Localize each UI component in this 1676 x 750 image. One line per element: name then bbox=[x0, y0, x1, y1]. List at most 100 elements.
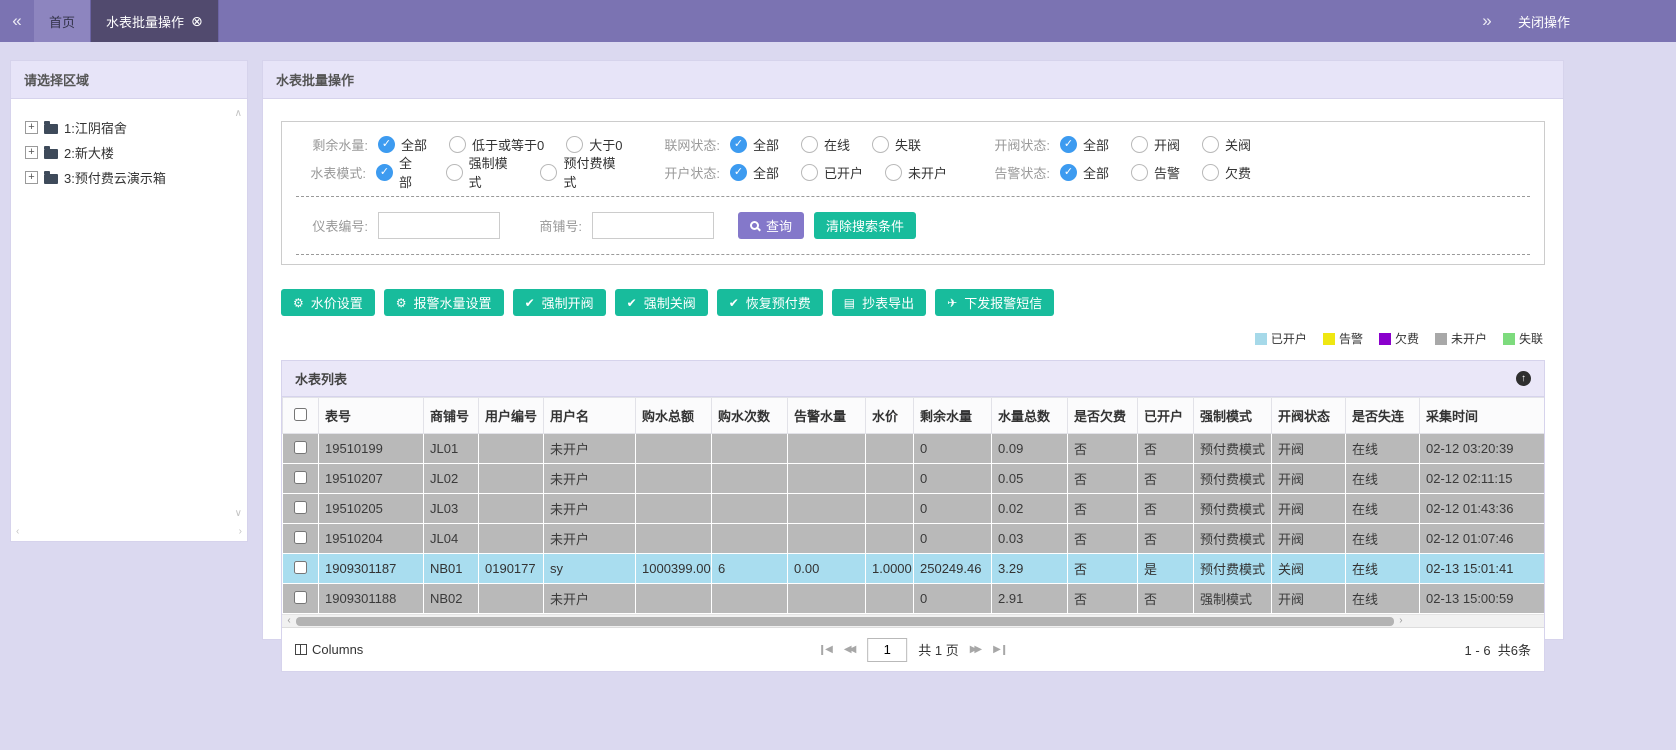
row-checkbox[interactable] bbox=[294, 501, 307, 514]
table-row[interactable]: 19510199JL01未开户00.09否否预付费模式开阀在线02-12 03:… bbox=[283, 434, 1545, 464]
column-header[interactable]: 水价 bbox=[866, 398, 914, 434]
expand-icon[interactable]: + bbox=[25, 146, 38, 159]
table-cell: JL04 bbox=[424, 524, 479, 554]
radio-option[interactable]: 失联 bbox=[872, 135, 921, 154]
shop-no-input[interactable] bbox=[592, 212, 714, 239]
radio-option[interactable]: 未开户 bbox=[885, 163, 947, 182]
scroll-up-icon[interactable]: ∧ bbox=[235, 109, 242, 119]
column-header[interactable]: 用户编号 bbox=[479, 398, 544, 434]
radio-option[interactable]: 关阀 bbox=[1202, 135, 1251, 154]
column-header[interactable]: 采集时间 bbox=[1420, 398, 1545, 434]
expand-icon[interactable]: + bbox=[25, 121, 38, 134]
table-row[interactable]: 19510207JL02未开户00.05否否预付费模式开阀在线02-12 02:… bbox=[283, 464, 1545, 494]
water-price-setting-button[interactable]: ⚙水价设置 bbox=[281, 289, 375, 316]
legend: 已开户告警欠费未开户失联 bbox=[283, 330, 1543, 347]
column-header[interactable]: 是否失连 bbox=[1346, 398, 1420, 434]
radio-option[interactable]: ✓全部 bbox=[730, 135, 779, 154]
radio-option[interactable]: 告警 bbox=[1131, 163, 1180, 182]
horizontal-scrollbar[interactable]: ‹ › bbox=[282, 614, 1544, 627]
tree-item[interactable]: +2:新大楼 bbox=[21, 140, 237, 165]
table-row[interactable]: 1909301187NB010190177sy1000399.0060.001.… bbox=[283, 554, 1545, 584]
row-checkbox[interactable] bbox=[294, 531, 307, 544]
radio-option[interactable]: ✓全部 bbox=[730, 163, 779, 182]
column-header[interactable]: 用户名 bbox=[544, 398, 636, 434]
tabs-scroll-left-icon[interactable]: « bbox=[0, 0, 34, 42]
column-header[interactable]: 购水总额 bbox=[636, 398, 712, 434]
radio-option[interactable]: ✓全部 bbox=[378, 135, 427, 154]
radio-option[interactable]: 大于0 bbox=[566, 135, 622, 154]
column-header[interactable]: 开阀状态 bbox=[1272, 398, 1346, 434]
table-cell: 0.05 bbox=[992, 464, 1068, 494]
clear-search-button[interactable]: 清除搜索条件 bbox=[814, 212, 916, 239]
meter-reading-export-button[interactable]: ▤抄表导出 bbox=[832, 289, 926, 316]
radio-option[interactable]: ✓全部 bbox=[376, 153, 424, 191]
alarm-water-setting-button[interactable]: ⚙报警水量设置 bbox=[384, 289, 504, 316]
table-cell bbox=[712, 584, 788, 614]
tab-active[interactable]: 水表批量操作⊗ bbox=[91, 0, 219, 42]
column-header[interactable]: 强制模式 bbox=[1194, 398, 1272, 434]
radio-option[interactable]: 在线 bbox=[801, 135, 850, 154]
radio-option[interactable]: ✓全部 bbox=[1060, 135, 1109, 154]
scroll-top-icon[interactable]: ↑ bbox=[1516, 371, 1531, 386]
select-all-checkbox[interactable] bbox=[294, 408, 307, 421]
query-button[interactable]: 查询 bbox=[738, 212, 804, 239]
first-page-icon[interactable]: ◀ bbox=[821, 645, 833, 655]
scroll-down-icon[interactable]: ∨ bbox=[235, 509, 242, 519]
restore-prepaid-button[interactable]: ✔恢复预付费 bbox=[717, 289, 823, 316]
last-page-icon[interactable]: ▶ bbox=[993, 645, 1005, 655]
column-header[interactable]: 表号 bbox=[319, 398, 424, 434]
prev-page-icon[interactable]: ◀◀ bbox=[844, 645, 856, 655]
tabs-scroll-right-icon[interactable]: » bbox=[1470, 11, 1504, 31]
row-checkbox[interactable] bbox=[294, 591, 307, 604]
tree-item[interactable]: +1:江阴宿舍 bbox=[21, 115, 237, 140]
force-open-valve-button[interactable]: ✔强制开阀 bbox=[513, 289, 606, 316]
close-operations-menu[interactable]: 关闭操作 bbox=[1518, 12, 1570, 31]
table-row[interactable]: 19510204JL04未开户00.03否否预付费模式开阀在线02-12 01:… bbox=[283, 524, 1545, 554]
columns-button[interactable]: Columns bbox=[295, 642, 363, 657]
row-checkbox[interactable] bbox=[294, 561, 307, 574]
radio-option[interactable]: 强制模式 bbox=[446, 153, 519, 191]
column-header[interactable]: 水量总数 bbox=[992, 398, 1068, 434]
table-cell: 否 bbox=[1068, 584, 1138, 614]
table-cell bbox=[866, 464, 914, 494]
column-header[interactable]: 已开户 bbox=[1138, 398, 1194, 434]
scrollbar-left-icon[interactable]: ‹ bbox=[282, 616, 296, 626]
expand-icon[interactable]: + bbox=[25, 171, 38, 184]
row-checkbox[interactable] bbox=[294, 471, 307, 484]
radio-option[interactable]: ✓全部 bbox=[1060, 163, 1109, 182]
column-header[interactable]: 购水次数 bbox=[712, 398, 788, 434]
table-cell bbox=[788, 464, 866, 494]
column-header[interactable]: 商铺号 bbox=[424, 398, 479, 434]
column-header[interactable]: 剩余水量 bbox=[914, 398, 992, 434]
page-number-input[interactable] bbox=[867, 638, 907, 662]
radio-option[interactable]: 预付费模式 bbox=[540, 153, 626, 191]
next-page-icon[interactable]: ▶▶ bbox=[970, 645, 982, 655]
table-row[interactable]: 19510205JL03未开户00.02否否预付费模式开阀在线02-12 01:… bbox=[283, 494, 1545, 524]
tab-home[interactable]: 首页 bbox=[34, 0, 91, 42]
force-close-valve-button[interactable]: ✔强制关阀 bbox=[615, 289, 708, 316]
radio-option[interactable]: 已开户 bbox=[801, 163, 863, 182]
table-cell bbox=[636, 434, 712, 464]
column-header[interactable]: 告警水量 bbox=[788, 398, 866, 434]
scroll-right-icon[interactable]: › bbox=[239, 527, 242, 537]
table-cell: 0.09 bbox=[992, 434, 1068, 464]
meter-no-input[interactable] bbox=[378, 212, 500, 239]
radio-icon: ✓ bbox=[730, 136, 747, 153]
table-cell: 预付费模式 bbox=[1194, 434, 1272, 464]
table-cell: JL01 bbox=[424, 434, 479, 464]
radio-option[interactable]: 欠费 bbox=[1202, 163, 1251, 182]
row-checkbox[interactable] bbox=[294, 441, 307, 454]
table-cell: 在线 bbox=[1346, 494, 1420, 524]
column-header[interactable]: 是否欠费 bbox=[1068, 398, 1138, 434]
tree-item[interactable]: +3:预付费云演示箱 bbox=[21, 165, 237, 190]
scroll-left-icon[interactable]: ‹ bbox=[16, 527, 19, 537]
table-row[interactable]: 1909301188NB02未开户02.91否否强制模式开阀在线02-13 15… bbox=[283, 584, 1545, 614]
scrollbar-thumb[interactable] bbox=[296, 617, 1394, 626]
table-cell: 开阀 bbox=[1272, 524, 1346, 554]
radio-option[interactable]: 低于或等于0 bbox=[449, 135, 544, 154]
table-body: 19510199JL01未开户00.09否否预付费模式开阀在线02-12 03:… bbox=[283, 434, 1545, 614]
radio-option[interactable]: 开阀 bbox=[1131, 135, 1180, 154]
scrollbar-right-icon[interactable]: › bbox=[1394, 616, 1408, 626]
send-alarm-sms-button[interactable]: ✈下发报警短信 bbox=[935, 289, 1054, 316]
tab-close-icon[interactable]: ⊗ bbox=[191, 14, 203, 28]
